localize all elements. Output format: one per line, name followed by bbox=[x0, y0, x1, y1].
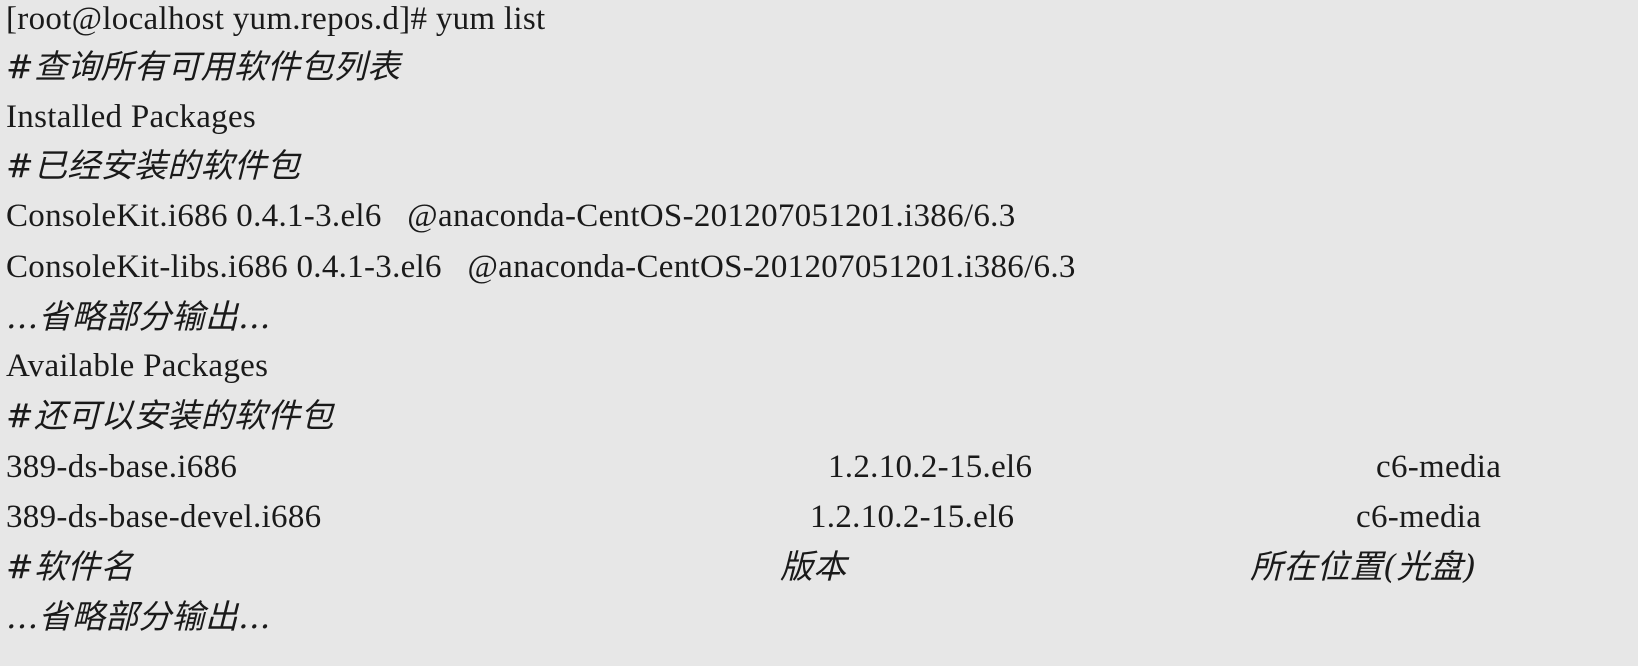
command-line: [root@localhost yum.repos.d]# yum list bbox=[6, 1, 546, 37]
omitted-output: ...省略部分输出... bbox=[6, 297, 271, 336]
legend-location: 所在位置(光盘) bbox=[1250, 547, 1477, 586]
available-row-repo: c6-media bbox=[1376, 449, 1502, 485]
comment-list-all: #查询所有可用软件包列表 bbox=[6, 47, 401, 86]
installed-row: ConsoleKit.i686 0.4.1-3.el6 @anaconda-Ce… bbox=[6, 198, 1016, 234]
legend-name: #软件名 bbox=[6, 547, 134, 586]
available-row-version: 1.2.10.2-15.el6 bbox=[810, 499, 1015, 535]
available-row-repo: c6-media bbox=[1356, 499, 1482, 535]
installed-packages-header: Installed Packages bbox=[6, 99, 257, 135]
legend-version: 版本 bbox=[780, 547, 847, 586]
comment-available: #还可以安装的软件包 bbox=[6, 396, 334, 435]
available-row-name: 389-ds-base.i686 bbox=[6, 449, 238, 485]
terminal-output: [root@localhost yum.repos.d]# yum list #… bbox=[0, 0, 1638, 666]
available-packages-header: Available Packages bbox=[6, 348, 269, 384]
installed-row: ConsoleKit-libs.i686 0.4.1-3.el6 @anacon… bbox=[6, 249, 1076, 285]
comment-installed: #已经安装的软件包 bbox=[6, 146, 301, 185]
omitted-output: ...省略部分输出... bbox=[6, 597, 271, 636]
available-row-version: 1.2.10.2-15.el6 bbox=[828, 449, 1033, 485]
available-row-name: 389-ds-base-devel.i686 bbox=[6, 499, 322, 535]
